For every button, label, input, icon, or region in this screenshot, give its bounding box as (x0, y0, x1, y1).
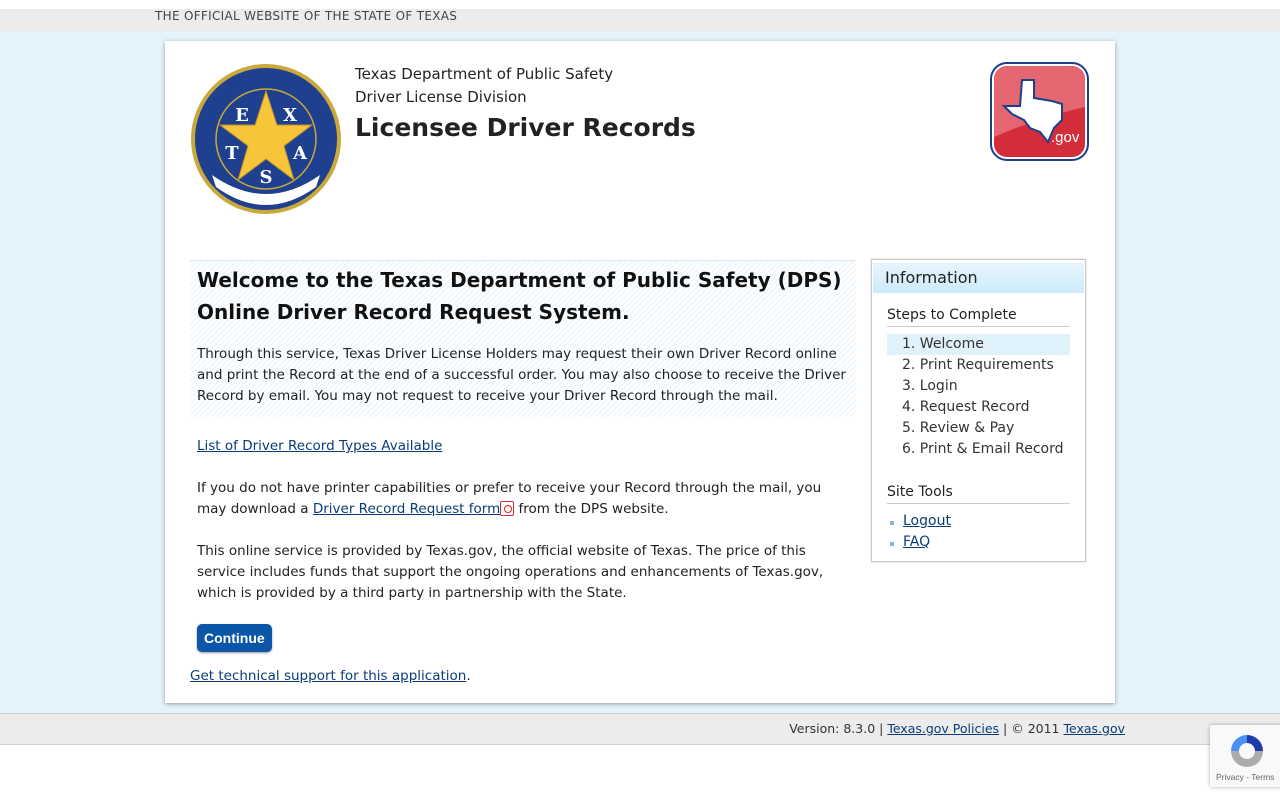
support-paragraph: Get technical support for this applicati… (190, 666, 856, 687)
steps-title: Steps to Complete (887, 307, 1070, 327)
separator: | (999, 721, 1012, 736)
step-print-email: 6. Print & Email Record (902, 441, 1064, 457)
site-tools-title: Site Tools (887, 484, 1070, 504)
recaptcha-badge[interactable]: Privacy - Terms (1210, 725, 1280, 787)
technical-support-link[interactable]: Get technical support for this applicati… (190, 668, 466, 684)
agency-name: Texas Department of Public Safety (355, 65, 614, 83)
header-titles: Texas Department of Public Safety Driver… (355, 63, 696, 145)
svg-text:T: T (225, 143, 239, 164)
dps-seal-logo: E X T AS (191, 64, 341, 214)
page-title: Licensee Driver Records (355, 113, 696, 142)
svg-text:S: S (260, 167, 273, 188)
request-form-link[interactable]: Driver Record Request form (313, 501, 500, 517)
footer: Version: 8.3.0 | Texas.gov Policies | © … (0, 713, 1280, 745)
logout-link[interactable]: Logout (899, 513, 951, 529)
svg-text:.gov: .gov (1051, 129, 1080, 146)
recaptcha-links[interactable]: Privacy - Terms (1216, 772, 1274, 782)
welcome-heading: Welcome to the Texas Department of Publi… (197, 268, 842, 324)
site-tools-list: Logout FAQ (887, 511, 1070, 553)
texas-gov-link[interactable]: Texas.gov (1063, 721, 1125, 736)
state-banner-text: THE OFFICIAL WEBSITE OF THE STATE OF TEX… (155, 9, 458, 23)
steps-list: 1. Welcome 2. Print Requirements 3. Logi… (887, 334, 1070, 460)
policies-link[interactable]: Texas.gov Policies (887, 721, 999, 736)
record-types-link[interactable]: List of Driver Record Types Available (197, 438, 442, 454)
step-print-requirements: 2. Print Requirements (902, 357, 1054, 373)
svg-text:E: E (235, 105, 249, 126)
step-welcome: 1. Welcome (887, 334, 1070, 355)
content-card: E X T AS Texas Department of Public Safety … (165, 41, 1115, 703)
state-banner: THE OFFICIAL WEBSITE OF THE STATE OF TEX… (0, 0, 1280, 31)
faq-link[interactable]: FAQ (899, 534, 930, 550)
version-text: Version: 8.3.0 (789, 721, 876, 736)
intro-text: Through this service, Texas Driver Licen… (197, 346, 846, 404)
svg-text:X: X (283, 105, 297, 126)
step-login: 3. Login (902, 378, 958, 394)
division-name: Driver License Division (355, 88, 527, 106)
sidebar-title: Information (873, 263, 1084, 293)
support-period: . (466, 668, 471, 684)
mail-paragraph: If you do not have printer capabilities … (190, 478, 856, 520)
continue-button[interactable]: Continue (197, 624, 272, 652)
step-review-pay: 5. Review & Pay (902, 420, 1015, 436)
information-sidebar: Information Steps to Complete 1. Welcome… (871, 259, 1086, 562)
service-text: This online service is provided by Texas… (197, 543, 824, 601)
texas-gov-logo[interactable]: .gov (990, 62, 1089, 161)
mail-text-post: from the DPS website. (514, 501, 669, 517)
step-request-record: 4. Request Record (902, 399, 1030, 415)
svg-text:A: A (292, 143, 308, 164)
recaptcha-icon (1231, 735, 1263, 767)
copyright-text: © 2011 (1011, 721, 1064, 736)
pdf-icon[interactable] (500, 501, 515, 516)
main-content: Welcome to the Texas Department of Publi… (190, 260, 856, 687)
separator: | (875, 721, 888, 736)
welcome-panel: Welcome to the Texas Department of Publi… (190, 260, 856, 417)
